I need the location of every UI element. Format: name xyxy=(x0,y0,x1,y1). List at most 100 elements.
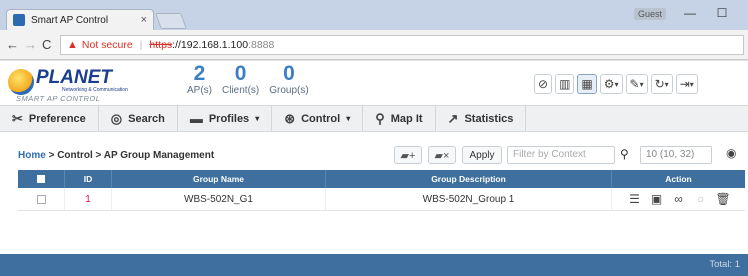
save-icon[interactable]: ▣ xyxy=(650,192,664,206)
browser-tab[interactable]: Smart AP Control × xyxy=(6,9,154,30)
url-divider: | xyxy=(139,39,143,51)
group-counter[interactable]: 0 Group(s) xyxy=(269,63,309,97)
refresh-icon: ↻ xyxy=(654,77,665,91)
timer-icon: ⊘ xyxy=(538,77,549,91)
timer-button[interactable]: ⊘ xyxy=(534,74,553,94)
url-field[interactable]: ▲ Not secure | https ://192.168.1.100 :8… xyxy=(60,35,744,55)
total-count: Total: 1 xyxy=(709,259,740,270)
row-checkbox[interactable] xyxy=(36,194,46,204)
column-header-group-name[interactable]: Group Name xyxy=(112,170,326,188)
reload-button[interactable]: C xyxy=(42,37,51,52)
eye-icon[interactable]: ◉ xyxy=(726,146,736,160)
client-count: 0 xyxy=(234,62,247,85)
menu-preference-label: Preference xyxy=(28,112,86,125)
row-group-name: WBS-502N_G1 xyxy=(112,188,326,210)
chart-button[interactable]: ▥ xyxy=(555,74,575,94)
row-checkbox-cell xyxy=(18,188,65,210)
tools-icon: ✂ xyxy=(12,110,23,126)
add-group-button[interactable]: ▰+ xyxy=(394,146,422,164)
table-row[interactable]: 1 WBS-502N_G1 WBS-502N_Group 1 ☰ ▣ ∞ ○ 🗑 xyxy=(18,188,745,211)
table-header: ID Group Name Group Description Action xyxy=(18,170,745,188)
column-header-group-description[interactable]: Group Description xyxy=(326,170,612,188)
logout-icon: ⇥ xyxy=(679,77,690,91)
trash-icon[interactable]: 🗑 xyxy=(716,192,731,206)
brand-name: PLANET xyxy=(36,67,112,88)
security-status[interactable]: Not secure xyxy=(82,39,133,51)
forward-button[interactable]: → xyxy=(24,37,37,52)
bar-chart-icon: ▥ xyxy=(559,77,571,91)
delete-group-button[interactable]: ▰× xyxy=(428,146,456,164)
ap-device-icon: ▦ xyxy=(581,77,593,91)
planet-logo[interactable]: PLANET Networking & Communication SMART … xyxy=(6,65,136,103)
breadcrumb: Home > Control > AP Group Management xyxy=(18,150,214,161)
column-header-action: Action xyxy=(665,174,692,184)
caret-down-icon: ▾ xyxy=(255,114,260,123)
column-header-id[interactable]: ID xyxy=(65,170,112,188)
address-bar-row: ← → C ▲ Not secure | https ://192.168.1.… xyxy=(0,30,748,60)
menu-statistics-label: Statistics xyxy=(464,112,514,125)
ap-count-label: AP(s) xyxy=(187,85,212,96)
caret-down-icon: ▾ xyxy=(346,114,351,123)
ap-control-button[interactable]: ▦ xyxy=(577,74,597,94)
url-port: :8888 xyxy=(248,39,275,51)
row-id: 1 xyxy=(65,188,112,210)
page-size-select[interactable]: 10 (10, 32) xyxy=(640,146,712,164)
apply-button[interactable]: Apply xyxy=(462,146,502,164)
globe-logo-icon xyxy=(8,69,34,95)
menu-profiles[interactable]: ▬ Profiles ▾ xyxy=(178,106,273,131)
tools-dropdown[interactable]: ✎ ▾ xyxy=(625,74,648,94)
favicon-icon xyxy=(13,14,25,26)
new-tab-button[interactable] xyxy=(155,13,187,29)
menu-map-it-label: Map It xyxy=(390,112,423,125)
refresh-dropdown[interactable]: ↻ ▾ xyxy=(650,74,673,94)
client-count-label: Client(s) xyxy=(222,85,260,96)
back-button[interactable]: ← xyxy=(6,37,19,52)
profile-badge[interactable]: Guest xyxy=(634,8,667,20)
link-icon[interactable]: ∞ xyxy=(672,192,686,206)
line-chart-icon: ↗ xyxy=(447,110,459,126)
folder-add-icon: ▰+ xyxy=(400,149,416,162)
group-count-label: Group(s) xyxy=(269,85,309,96)
menu-preference[interactable]: ✂ Preference xyxy=(0,106,99,131)
brand-subtitle: Networking & Communication xyxy=(62,87,128,93)
ap-counter[interactable]: 2 AP(s) xyxy=(187,62,212,97)
menu-search[interactable]: ◎ Search xyxy=(99,106,178,131)
brand-tagline: SMART AP CONTROL xyxy=(16,94,101,103)
ap-count: 2 xyxy=(193,62,206,85)
table-footer: Total: 1 xyxy=(0,254,748,276)
logout-dropdown[interactable]: ⇥ ▾ xyxy=(675,74,698,94)
minimize-button[interactable]: — xyxy=(680,6,700,20)
menu-profiles-label: Profiles xyxy=(208,112,250,125)
sliders-icon[interactable]: ☰ xyxy=(628,192,642,206)
menu-control-label: Control xyxy=(301,112,341,125)
tab-strip: Smart AP Control × Guest — ☐ xyxy=(0,0,748,30)
settings-dropdown[interactable]: ⚙ ▾ xyxy=(599,74,623,94)
caret-down-icon: ▾ xyxy=(639,79,644,89)
menu-search-label: Search xyxy=(128,112,165,125)
folder-remove-icon: ▰× xyxy=(434,149,450,162)
search-icon[interactable]: ⚲ xyxy=(620,147,629,161)
menu-statistics[interactable]: ↗ Statistics xyxy=(436,106,527,131)
select-all-cell xyxy=(18,170,65,188)
filter-input[interactable]: Filter by Context xyxy=(507,146,615,164)
tab-close-icon[interactable]: × xyxy=(141,14,147,26)
app-content: PLANET Networking & Communication SMART … xyxy=(0,61,748,276)
select-all-checkbox[interactable] xyxy=(37,175,45,183)
folder-icon: ▬ xyxy=(189,111,203,126)
status-counters: 2 AP(s) 0 Client(s) 0 Group(s) xyxy=(187,62,309,97)
location-icon[interactable]: ○ xyxy=(694,192,708,206)
browser-window: Smart AP Control × Guest — ☐ ← → C ▲ Not… xyxy=(0,0,748,276)
caret-down-icon: ▾ xyxy=(614,79,619,89)
menu-map-it[interactable]: ⚲ Map It xyxy=(363,106,436,131)
maximize-button[interactable]: ☐ xyxy=(712,6,732,20)
caret-down-icon: ▾ xyxy=(664,79,669,89)
menu-control[interactable]: ⊛ Control ▾ xyxy=(272,106,364,131)
breadcrumb-home[interactable]: Home xyxy=(18,150,46,161)
steering-wheel-icon: ⊛ xyxy=(284,110,296,126)
top-toolbar: ⊘ ▥ ▦ ⚙ ▾ ✎ ▾ ↻ ▾ ⇥ ▾ xyxy=(534,74,698,94)
row-actions: ☰ ▣ ∞ ○ 🗑 xyxy=(612,188,745,210)
content-toolbar: Home > Control > AP Group Management ▰+ … xyxy=(0,141,748,167)
row-id-value: 1 xyxy=(85,193,91,205)
breadcrumb-path: > Control > AP Group Management xyxy=(45,150,215,161)
client-counter[interactable]: 0 Client(s) xyxy=(222,62,260,97)
